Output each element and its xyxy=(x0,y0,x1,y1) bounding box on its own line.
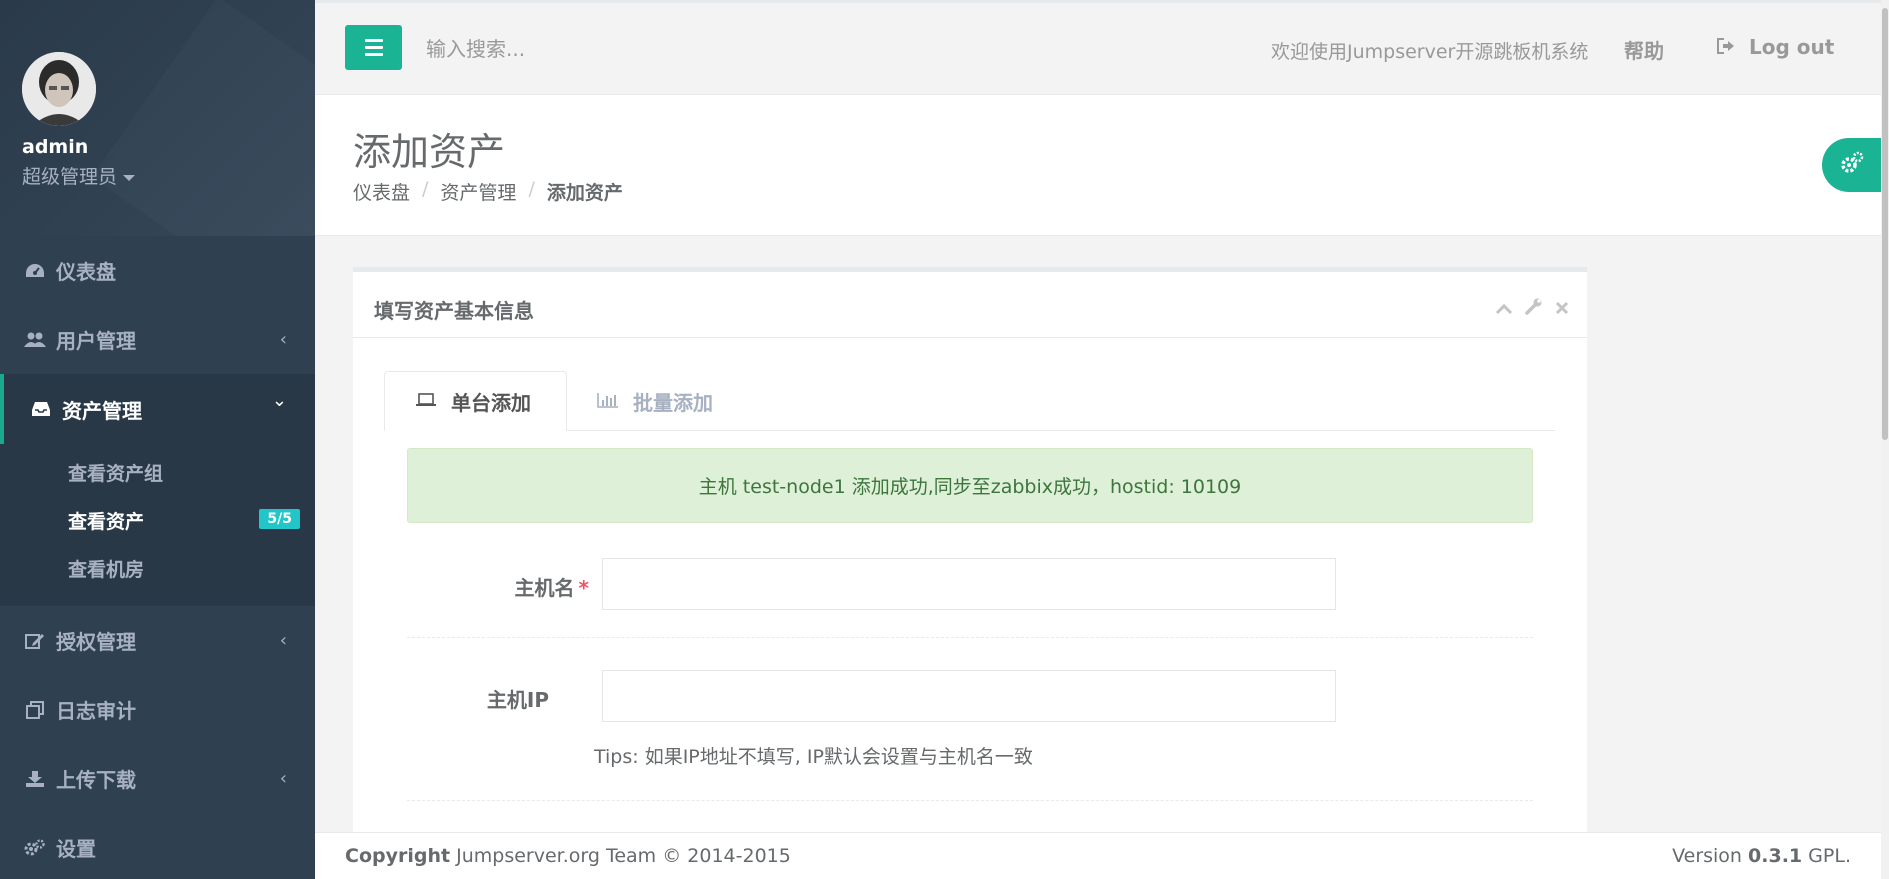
panel-header: 填写资产基本信息 xyxy=(353,272,1587,338)
footer-version: Version 0.3.1 GPL. xyxy=(1672,845,1851,867)
sidebar-item-upload-download[interactable]: 上传下载 ‹ xyxy=(0,744,315,813)
profile-block: admin 超级管理员 xyxy=(0,0,315,236)
host-ip-label: 主机IP xyxy=(486,688,549,712)
sidebar-item-label: 日志审计 xyxy=(56,699,136,723)
sign-out-icon xyxy=(1717,35,1735,59)
caret-down-icon xyxy=(123,174,136,181)
tab-label: 批量添加 xyxy=(633,390,713,415)
breadcrumb-current: 添加资产 xyxy=(546,182,623,204)
tab-batch-add[interactable]: 批量添加 xyxy=(567,371,743,431)
search-input[interactable] xyxy=(426,31,826,67)
help-link[interactable]: 帮助 xyxy=(1624,35,1664,64)
page-header: 添加资产 仪表盘 / 资产管理 / 添加资产 xyxy=(315,95,1889,236)
profile-name: admin xyxy=(22,136,89,158)
chevron-up-icon[interactable] xyxy=(1495,296,1513,320)
files-icon xyxy=(22,699,48,721)
sidebar-item-label: 资产管理 xyxy=(62,398,142,423)
cogs-icon xyxy=(1840,151,1864,179)
profile-role-dropdown[interactable]: 超级管理员 xyxy=(22,162,315,189)
sidebar: admin 超级管理员 仪表盘 用户管理 ‹ 资产管理 ⌄ 查看资产组 查看资产… xyxy=(0,0,315,879)
sidebar-subitem-label: 查看资产 xyxy=(68,510,145,533)
sidebar-item-label: 授权管理 xyxy=(56,630,136,654)
sidebar-item-label: 仪表盘 xyxy=(56,260,116,284)
sidebar-subnav-assets: 查看资产组 查看资产 5/5 查看机房 xyxy=(0,444,315,606)
inbox-icon xyxy=(28,398,54,420)
laptop-icon xyxy=(415,389,437,413)
breadcrumb-dashboard[interactable]: 仪表盘 xyxy=(353,178,410,205)
logout-label: Log out xyxy=(1749,35,1835,59)
tabs: 单台添加 批量添加 xyxy=(384,371,1555,431)
page-scrollbar[interactable] xyxy=(1881,0,1889,879)
sidebar-item-label: 用户管理 xyxy=(56,329,136,353)
scrollbar-thumb[interactable] xyxy=(1882,8,1888,440)
wrench-icon[interactable] xyxy=(1525,296,1543,320)
count-badge: 5/5 xyxy=(259,509,300,529)
sidebar-subitem-assets[interactable]: 查看资产 5/5 xyxy=(0,496,315,544)
ip-tips-text: Tips: 如果IP地址不填写, IP默认会设置与主机名一致 xyxy=(594,746,1033,768)
sidebar-item-label: 上传下载 xyxy=(56,768,136,792)
menu-toggle-button[interactable] xyxy=(345,25,402,70)
sidebar-item-users[interactable]: 用户管理 ‹ xyxy=(0,305,315,374)
success-alert: 主机 test-node1 添加成功,同步至zabbix成功，hostid: 1… xyxy=(407,448,1533,523)
profile-role-label: 超级管理员 xyxy=(22,166,118,188)
users-icon xyxy=(22,329,48,351)
sidebar-subitem-asset-groups[interactable]: 查看资产组 xyxy=(0,448,315,496)
logout-link[interactable]: Log out xyxy=(1717,35,1834,59)
required-marker: * xyxy=(578,576,589,600)
welcome-message: 欢迎使用Jumpserver开源跳板机系统 xyxy=(1271,41,1589,63)
footer: Copyright Jumpserver.org Team © 2014-201… xyxy=(315,832,1881,879)
tab-single-add[interactable]: 单台添加 xyxy=(384,371,567,431)
asset-form-panel: 填写资产基本信息 单台添加 批量添加 主机 test-node1 添加成功,同步… xyxy=(353,267,1587,839)
theme-settings-button[interactable] xyxy=(1822,138,1882,192)
panel-title: 填写资产基本信息 xyxy=(374,299,534,323)
tab-label: 单台添加 xyxy=(451,390,531,415)
bar-chart-icon xyxy=(597,389,619,413)
sidebar-item-assets[interactable]: 资产管理 ⌄ xyxy=(0,374,315,444)
panel-tools xyxy=(1495,296,1569,320)
hostname-field[interactable] xyxy=(602,558,1336,610)
edit-icon xyxy=(22,630,48,652)
page-title: 添加资产 xyxy=(353,130,506,174)
sidebar-subitem-idc[interactable]: 查看机房 xyxy=(0,544,315,592)
form-divider xyxy=(407,800,1533,801)
sidebar-item-settings[interactable]: 设置 xyxy=(0,813,315,879)
sidebar-item-dashboard[interactable]: 仪表盘 xyxy=(0,236,315,305)
breadcrumb-asset-management[interactable]: 资产管理 xyxy=(440,178,516,205)
host-ip-field[interactable] xyxy=(602,670,1336,722)
cogs-icon xyxy=(22,837,48,859)
sidebar-item-permissions[interactable]: 授权管理 ‹ xyxy=(0,606,315,675)
sidebar-subitem-label: 查看机房 xyxy=(68,558,145,581)
hostname-label: 主机名 * xyxy=(514,576,589,600)
close-icon[interactable] xyxy=(1555,296,1569,320)
topbar: 欢迎使用Jumpserver开源跳板机系统 帮助 Log out xyxy=(315,0,1889,95)
form-divider xyxy=(407,637,1533,638)
avatar[interactable] xyxy=(22,52,96,126)
download-icon xyxy=(22,768,48,790)
dashboard-icon xyxy=(22,260,48,282)
footer-copyright: Copyright Jumpserver.org Team © 2014-201… xyxy=(345,845,791,867)
chevron-left-icon: ‹ xyxy=(279,630,287,651)
chevron-left-icon: ‹ xyxy=(279,768,287,789)
breadcrumb: 仪表盘 / 资产管理 / 添加资产 xyxy=(353,178,623,205)
sidebar-subitem-label: 查看资产组 xyxy=(68,462,164,485)
sidebar-item-label: 设置 xyxy=(56,837,96,861)
sidebar-item-audit[interactable]: 日志审计 xyxy=(0,675,315,744)
chevron-down-icon: ⌄ xyxy=(271,390,287,411)
chevron-left-icon: ‹ xyxy=(279,329,287,350)
